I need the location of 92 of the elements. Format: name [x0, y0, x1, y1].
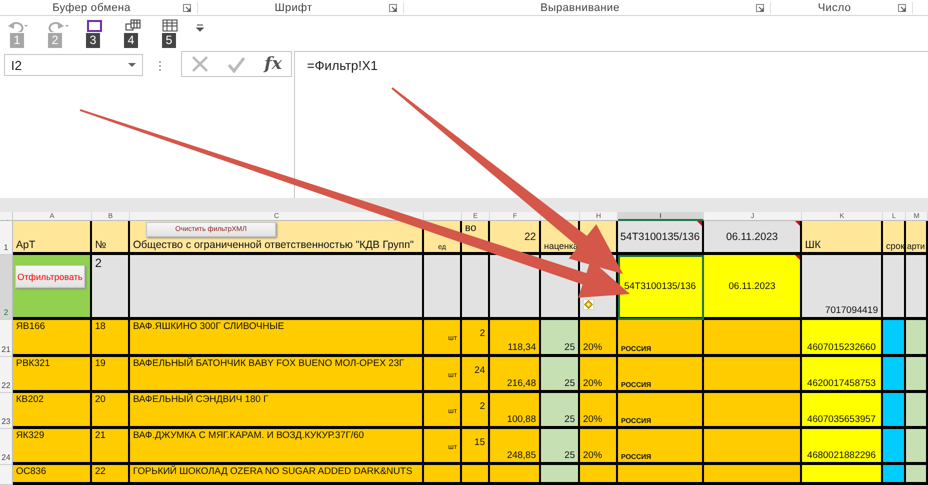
table-cell: ВАФ.ЯШКИНО 300Г СЛИВОЧНЫЕ [130, 320, 424, 357]
table-cell: ВАФЕЛЬНЫЙ СЭНДВИЧ 180 Г [130, 393, 424, 429]
table-cell [906, 357, 928, 393]
insert-function-button[interactable]: fx [264, 54, 282, 74]
dialog-launcher-icon[interactable] [389, 4, 397, 12]
checkmark-icon[interactable] [227, 55, 246, 73]
dropdown-caret-icon[interactable] [128, 63, 136, 67]
row-header: 23 [0, 393, 13, 429]
name-box[interactable]: I2 [4, 54, 143, 76]
table-cell: ГОРЬКИЙ ШОКОЛАД OZERA NO SUGAR ADDED DARK&NUTS [130, 465, 424, 485]
dialog-launcher-icon[interactable] [756, 4, 764, 12]
table-cell: ВАФ.ДЖУМКА С МЯГ.КАРАМ. И ВОЗД.КУКУР.37Г/60 [130, 429, 424, 465]
customize-menu-icon[interactable] [196, 24, 204, 32]
key-tip-badge: 1 [10, 33, 24, 48]
table-cell [906, 429, 928, 465]
table-cell: 19 [92, 357, 130, 393]
row-header: 2 [0, 255, 13, 320]
table-cell: 2 [462, 393, 490, 429]
table-cell: 20 [92, 393, 130, 429]
table-cell: 20% [580, 357, 618, 393]
table-cell: АрТ [13, 221, 92, 255]
table-cell: 54Т3100135/136 [618, 255, 704, 320]
table-cell: 118,34 [490, 320, 541, 357]
table-cell [580, 465, 618, 485]
table-cell [490, 465, 541, 485]
cell-reference: I2 [11, 58, 22, 72]
table-cell: 20% [580, 393, 618, 429]
table-cell [424, 255, 462, 320]
key-tip-badge: 5 [162, 33, 176, 48]
table-cell: 4607035653957 [802, 393, 883, 429]
table-cell: 25 [541, 393, 580, 429]
table-cell [541, 465, 580, 485]
table-cell: 24 [462, 357, 490, 393]
table-cell: арти [906, 221, 928, 255]
table-cell: ВАФЕЛЬНЫЙ БАТОНЧИК BABY FOX BUENO МОЛ-ОРЕХ 23Г [130, 357, 424, 393]
table-cell: 2 [462, 320, 490, 357]
table-cell [883, 465, 906, 485]
table-cell [906, 393, 928, 429]
table-cell: 20% [580, 429, 618, 465]
row-header: 21 [0, 320, 13, 357]
table-cell: ЯВ166 [13, 320, 92, 357]
table-cell: 22 [92, 465, 130, 485]
table-cell [906, 255, 928, 320]
table-cell [883, 393, 906, 429]
table-cell: КВ202 [13, 393, 92, 429]
table-cell: 216,48 [490, 357, 541, 393]
table-cell [883, 429, 906, 465]
group-label: Шрифт [274, 2, 314, 14]
table-cell [490, 255, 541, 320]
table-cell: ШК [802, 221, 883, 255]
table-cell [883, 357, 906, 393]
table-cell: 18 [92, 320, 130, 357]
dialog-launcher-icon[interactable] [183, 4, 191, 12]
table-cell [462, 255, 490, 320]
table-cell: 54Т3100135/136 [618, 221, 704, 255]
table-cell: ОС836 [13, 465, 92, 485]
table-cell: 20% [580, 320, 618, 357]
table-cell [906, 465, 928, 485]
table-cell [883, 255, 906, 320]
table-cell: № [92, 221, 130, 255]
key-tip-badge: 3 [86, 33, 100, 48]
paste-options-icon[interactable] [583, 299, 594, 310]
table-cell: 2 [92, 255, 130, 320]
table-cell: 06.11.2023 [704, 255, 802, 320]
table-cell: 25 [541, 320, 580, 357]
table-cell [462, 465, 490, 485]
table-cell: 21 [92, 429, 130, 465]
table-cell: 7017094419 [802, 255, 883, 320]
row-header: 22 [0, 357, 13, 393]
table-cell: 06.11.2023 [704, 221, 802, 255]
table-cell: 15 [462, 429, 490, 465]
table-cell [883, 320, 906, 357]
table-cell: ЯК329 [13, 429, 92, 465]
table-cell: 4680021882296 [802, 429, 883, 465]
table-cell: РВК321 [13, 357, 92, 393]
table-cell: 25 [541, 429, 580, 465]
table-cell [906, 320, 928, 357]
key-tip-badge: 4 [124, 33, 138, 48]
table-cell: 25 [541, 357, 580, 393]
group-label: Буфер обмена [51, 2, 132, 14]
group-label: Число [816, 2, 852, 14]
row-header: 24 [0, 429, 13, 465]
group-label: Выравнивание [539, 2, 621, 14]
table-cell: 100,88 [490, 393, 541, 429]
row-header: 1 [0, 221, 13, 255]
dialog-launcher-icon[interactable] [898, 4, 906, 12]
cell-text: Общество с ограниченной ответственностью "КДВ Групп" [133, 239, 414, 251]
key-tip-badge: 2 [48, 33, 62, 48]
table-cell: 4607015232660 [802, 320, 883, 357]
table-cell [424, 465, 462, 485]
table-cell: 4620017458753 [802, 357, 883, 393]
table-cell: 248,85 [490, 429, 541, 465]
